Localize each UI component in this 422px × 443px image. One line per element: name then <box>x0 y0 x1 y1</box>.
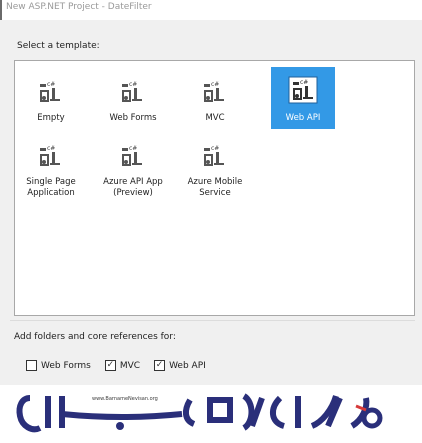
checkbox-box[interactable]: ✓ <box>104 360 116 371</box>
template-single-page-application[interactable]: c# Single Page Application <box>17 133 85 199</box>
csharp-project-icon: c# <box>120 143 146 167</box>
svg-text:c#: c# <box>129 81 137 88</box>
svg-text:c#: c# <box>129 145 137 152</box>
csharp-project-icon: c# <box>202 143 228 167</box>
svg-text:c#: c# <box>300 79 308 86</box>
template-label: Azure Mobile Service <box>187 177 243 198</box>
checkbox-box[interactable] <box>26 360 37 371</box>
template-label: Single Page Application <box>26 177 76 198</box>
checkbox-web-api[interactable]: ✓ Web API <box>154 360 206 371</box>
folders-label: Add folders and core references for: <box>14 332 176 342</box>
template-label: Azure API App (Preview) <box>103 177 163 198</box>
csharp-project-icon: c# <box>38 79 64 103</box>
template-azure-mobile-service[interactable]: c# Azure Mobile Service <box>181 133 249 199</box>
csharp-project-icon: c# <box>38 143 64 167</box>
template-web-forms[interactable]: c# Web Forms <box>99 69 167 124</box>
checkbox-web-forms[interactable]: Web Forms <box>26 360 91 371</box>
checkbox-label: Web Forms <box>41 360 91 371</box>
select-template-label: Select a template: <box>17 41 100 51</box>
checkmark-icon: ✓ <box>106 360 115 370</box>
checkbox-box[interactable]: ✓ <box>154 360 166 371</box>
checkmark-icon: ✓ <box>155 360 164 370</box>
csharp-project-icon: c# <box>288 76 318 104</box>
window-edge <box>0 0 2 20</box>
template-label: MVC <box>205 113 225 123</box>
csharp-project-icon: c# <box>202 79 228 103</box>
template-label: Web API <box>285 113 321 123</box>
window-title: New ASP.NET Project - DateFilter <box>6 2 152 12</box>
template-mvc[interactable]: c# MVC <box>181 69 249 124</box>
svg-text:c#: c# <box>47 81 55 88</box>
watermark-logo-graphic: www.BarnameNevisan.org <box>16 393 383 433</box>
template-web-api[interactable]: c# Web API <box>271 67 335 129</box>
template-label: Web Forms <box>109 113 157 123</box>
checkbox-mvc[interactable]: ✓ MVC <box>104 360 141 371</box>
template-label: Empty <box>37 113 65 123</box>
checkbox-label: MVC <box>119 360 141 371</box>
section-divider <box>10 320 415 321</box>
checkbox-label: Web API <box>169 360 206 371</box>
svg-text:c#: c# <box>211 145 219 152</box>
svg-text:c#: c# <box>211 81 219 88</box>
watermark-url: www.BarnameNevisan.org <box>92 396 158 402</box>
core-references-options: Web Forms ✓ MVC ✓ Web API <box>26 360 206 371</box>
folders-panel <box>0 320 422 385</box>
template-azure-api-app[interactable]: c# Azure API App (Preview) <box>99 133 167 199</box>
watermark-logo: www.BarnameNevisan.org <box>0 388 422 440</box>
template-empty[interactable]: c# Empty <box>17 69 85 124</box>
template-list: c# Empty c# Web Forms c# MVC c# Web API … <box>14 60 415 316</box>
csharp-project-icon: c# <box>120 79 146 103</box>
svg-text:c#: c# <box>47 145 55 152</box>
